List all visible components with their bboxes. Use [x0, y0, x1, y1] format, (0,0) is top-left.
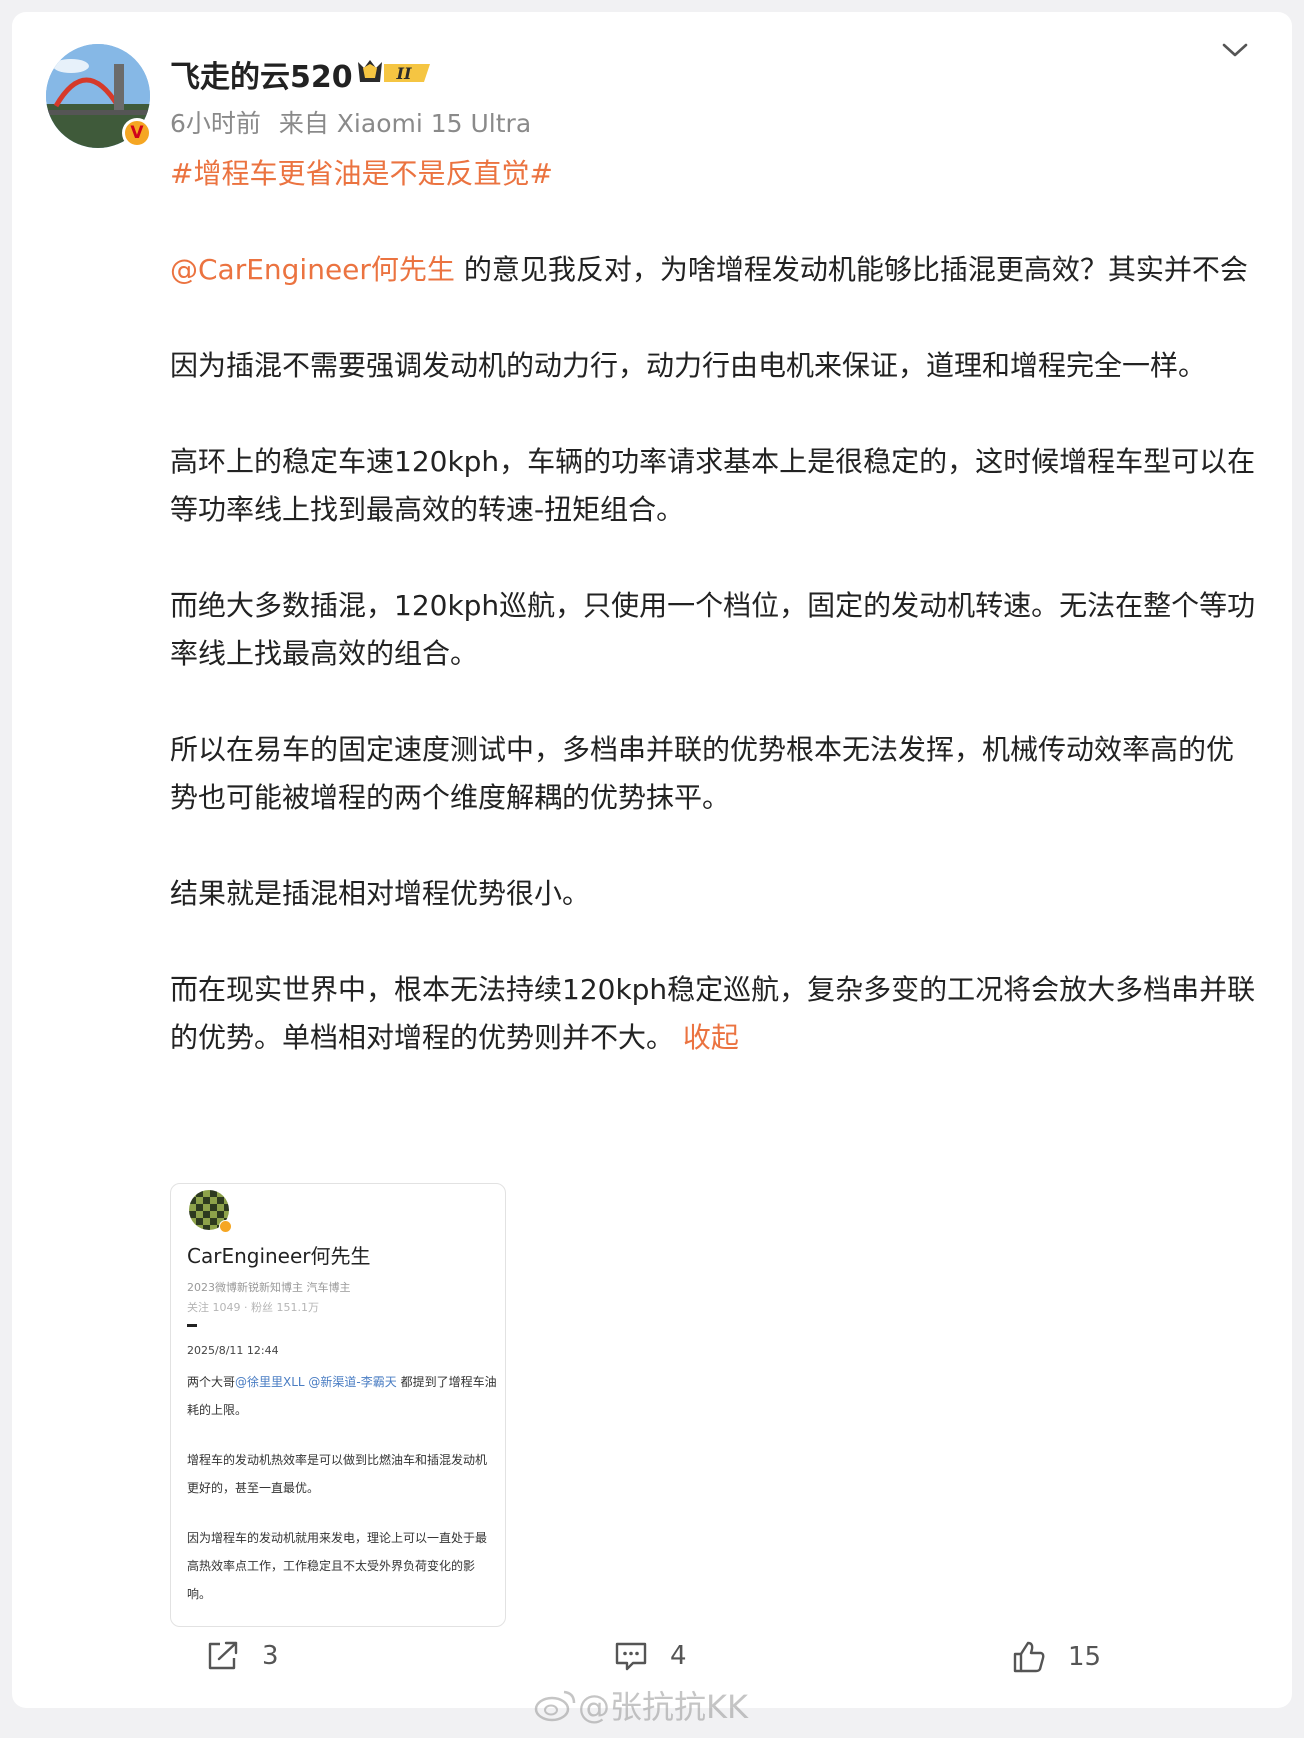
attached-image[interactable]: CarEngineer何先生 2023微博新锐新知博主 汽车博主 关注 1049… [170, 1183, 506, 1627]
post-time: 6小时前 [170, 109, 261, 138]
like-button[interactable]: 15 [1012, 1640, 1101, 1674]
image-author-name: CarEngineer何先生 [187, 1244, 371, 1268]
post-paragraph-4: 而绝大多数插混，120kph巡航，只使用一个档位，固定的发动机转速。无法在整个等… [170, 589, 1256, 670]
image-verified-badge [219, 1220, 232, 1233]
image-paragraph-3: 因为增程车的发动机就用来发电，理论上可以一直处于最高热效率点工作，工作稳定且不太… [187, 1531, 488, 1601]
image-paragraph-1-a: 两个大哥 [187, 1375, 236, 1389]
image-post-date: 2025/8/11 12:44 [187, 1344, 279, 1357]
rank-level: II [396, 64, 412, 83]
post-paragraph-5: 所以在易车的固定速度测试中，多档串并联的优势根本无法发挥，机械传动效率高的优势也… [170, 733, 1235, 814]
action-bar: 3 4 15 [0, 1640, 1304, 1688]
rank-badge-icon: II [358, 60, 430, 83]
verified-badge: V [122, 118, 152, 148]
post-paragraph-2: 因为插混不需要强调发动机的动力行，动力行由电机来保证，道理和增程完全一样。 [170, 349, 1207, 382]
image-mentions: @徐里里XLL @新渠道-李霸天 [235, 1375, 397, 1389]
watermark: @张抗抗KK [534, 1682, 748, 1728]
mention-link[interactable]: @CarEngineer何先生 [170, 253, 455, 286]
post-paragraph-1: 的意见我反对，为啥增程发动机能够比插混更高效？其实并不会 [454, 253, 1248, 286]
post-body: #增程车更省油是不是反直觉# @CarEngineer何先生 的意见我反对，为啥… [170, 150, 1260, 1110]
comment-button[interactable]: 4 [614, 1640, 687, 1672]
like-count: 15 [1068, 1642, 1102, 1672]
comment-icon [615, 1642, 647, 1671]
image-paragraph-2: 增程车的发动机热效率是可以做到比燃油车和插混发动机更好的，甚至一直最优。 [187, 1453, 488, 1495]
collapse-link[interactable]: 收起 [683, 1021, 739, 1054]
repost-button[interactable]: 3 [206, 1640, 279, 1672]
post-paragraph-3: 高环上的稳定车速120kph，车辆的功率请求基本上是很稳定的，这时候增程车型可以… [170, 445, 1256, 526]
post-paragraph-6: 结果就是插混相对增程优势很小。 [170, 877, 591, 910]
comment-count: 4 [670, 1641, 687, 1671]
image-author-stats: 关注 1049 · 粉丝 151.1万 [187, 1301, 319, 1314]
image-author-desc: 2023微博新锐新知博主 汽车博主 [187, 1281, 351, 1294]
post-meta: 6小时前 来自 Xiaomi 15 Ultra [170, 104, 531, 140]
image-paragraph-1: 两个大哥@徐里里XLL @新渠道-李霸天 都提到了增程车油耗的上限。 [187, 1368, 497, 1424]
hashtag-link[interactable]: #增程车更省油是不是反直觉# [170, 157, 553, 190]
repost-count: 3 [262, 1641, 279, 1671]
weibo-logo-icon [534, 1690, 576, 1722]
repost-icon [208, 1641, 238, 1670]
image-divider [187, 1324, 197, 1327]
like-icon [1013, 1641, 1045, 1673]
watermark-text: @张抗抗KK [578, 1688, 748, 1726]
author-name[interactable]: 飞走的云520 [170, 52, 353, 96]
post-source: 来自 Xiaomi 15 Ultra [278, 109, 532, 138]
chevron-down-icon[interactable] [1218, 38, 1252, 62]
